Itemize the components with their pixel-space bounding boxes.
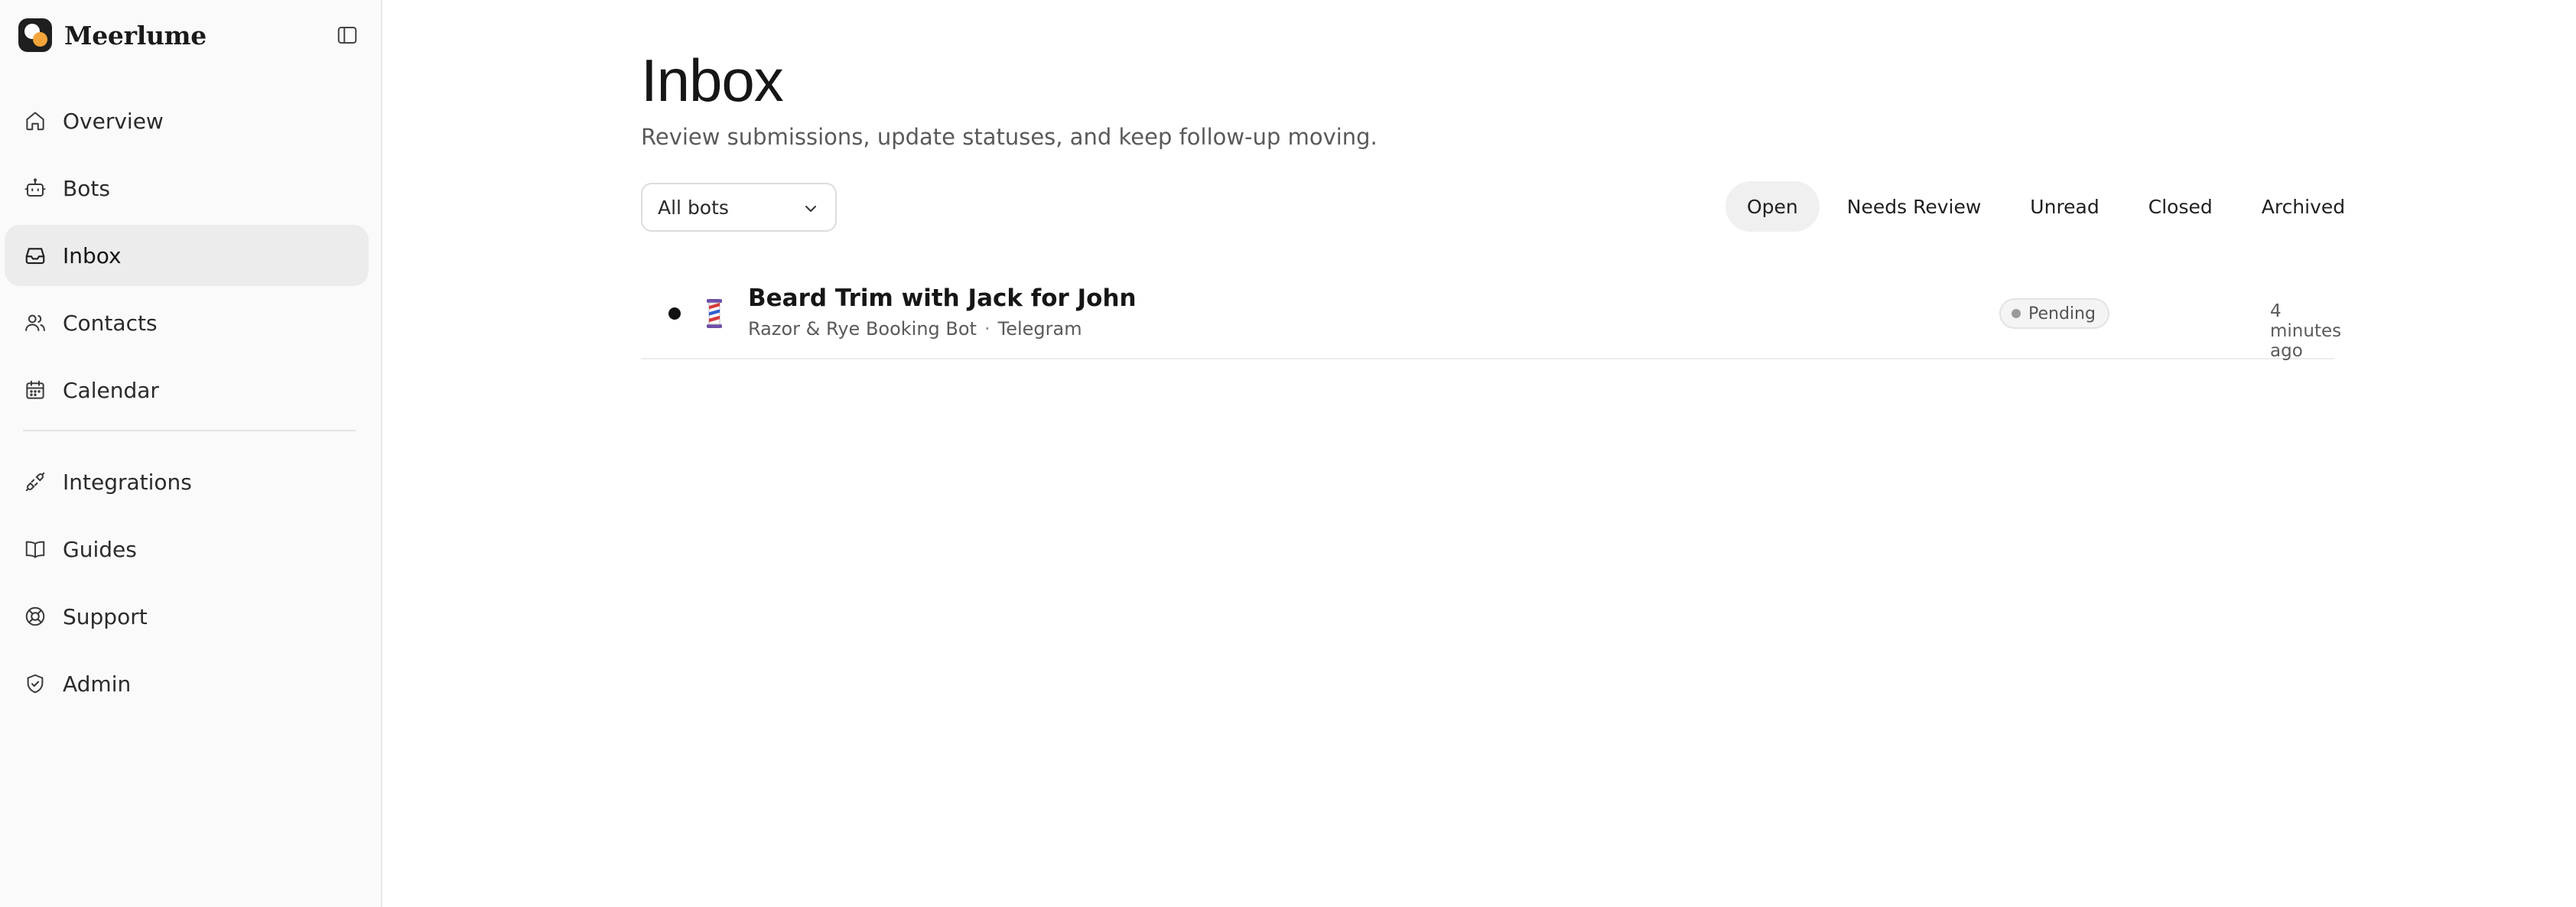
plug-icon (23, 470, 47, 494)
unread-indicator (668, 307, 681, 320)
bot-icon (23, 176, 47, 200)
sidebar-item-calendar[interactable]: Calendar (5, 359, 369, 421)
sidebar-item-label: Integrations (63, 469, 192, 495)
calendar-icon (23, 378, 47, 402)
row-title: Beard Trim with Jack for John (748, 284, 1137, 312)
tab-archived[interactable]: Archived (2240, 181, 2366, 232)
sidebar-divider (23, 430, 356, 431)
sidebar-item-inbox[interactable]: Inbox (5, 225, 369, 286)
sidebar-toggle-icon (337, 27, 357, 44)
sidebar-item-label: Overview (63, 108, 164, 134)
status-badge-label: Pending (2028, 304, 2096, 323)
sidebar-item-bots[interactable]: Bots (5, 158, 369, 219)
meerlume-logo (18, 18, 52, 52)
app-window: Meerlume Overview Bots Inbox Contacts Ca… (0, 0, 2576, 907)
bot-filter-select[interactable]: All bots (641, 183, 837, 232)
shield-icon (23, 671, 47, 696)
sidebar-item-label: Inbox (63, 242, 122, 268)
row-meta: Razor & Rye Booking Bot · Telegram (748, 318, 1082, 340)
sidebar-item-overview[interactable]: Overview (5, 90, 369, 151)
bot-filter-value: All bots (658, 196, 729, 219)
chevron-down-icon (805, 206, 816, 212)
sidebar: Meerlume Overview Bots Inbox Contacts Ca… (0, 0, 382, 907)
sidebar-item-label: Guides (63, 536, 137, 562)
status-dot-icon (2012, 309, 2021, 318)
tab-open[interactable]: Open (1725, 181, 1820, 232)
status-badge: Pending (1999, 298, 2109, 329)
sidebar-item-label: Admin (63, 671, 132, 697)
brand[interactable]: Meerlume (18, 18, 207, 52)
page-subtitle: Review submissions, update statuses, and… (641, 124, 1377, 150)
brand-name: Meerlume (64, 20, 207, 50)
inbox-icon (23, 243, 47, 268)
row-channel: Telegram (997, 318, 1082, 340)
tab-closed[interactable]: Closed (2127, 181, 2234, 232)
sidebar-item-label: Contacts (63, 310, 158, 336)
row-bot-name: Razor & Rye Booking Bot (748, 318, 977, 340)
row-timestamp: 4 minutes ago (2270, 301, 2342, 361)
lifebuoy-icon (23, 604, 47, 629)
tab-unread[interactable]: Unread (2008, 181, 2120, 232)
tab-needs-review[interactable]: Needs Review (1826, 181, 2003, 232)
main-content: Inbox Review submissions, update statuse… (382, 0, 2576, 907)
sidebar-item-label: Calendar (63, 377, 159, 403)
sidebar-item-label: Bots (63, 175, 110, 201)
row-separator: · (984, 318, 990, 340)
sidebar-toggle-button[interactable] (333, 21, 361, 49)
home-icon (23, 109, 47, 133)
sidebar-item-support[interactable]: Support (5, 586, 369, 647)
sidebar-item-label: Support (63, 603, 148, 629)
sidebar-item-integrations[interactable]: Integrations (5, 451, 369, 512)
status-tabs: Open Needs Review Unread Closed Archived (1725, 181, 2373, 232)
barber-pole-icon (707, 299, 722, 328)
sidebar-nav: Overview Bots Inbox Contacts Calendar In… (0, 90, 382, 720)
sidebar-item-admin[interactable]: Admin (5, 653, 369, 714)
book-icon (23, 537, 47, 561)
page-title: Inbox (641, 47, 784, 114)
users-icon (23, 310, 47, 335)
list-item[interactable]: Beard Trim with Jack for John Razor & Ry… (641, 269, 2341, 361)
sidebar-item-contacts[interactable]: Contacts (5, 292, 369, 353)
sidebar-item-guides[interactable]: Guides (5, 519, 369, 580)
